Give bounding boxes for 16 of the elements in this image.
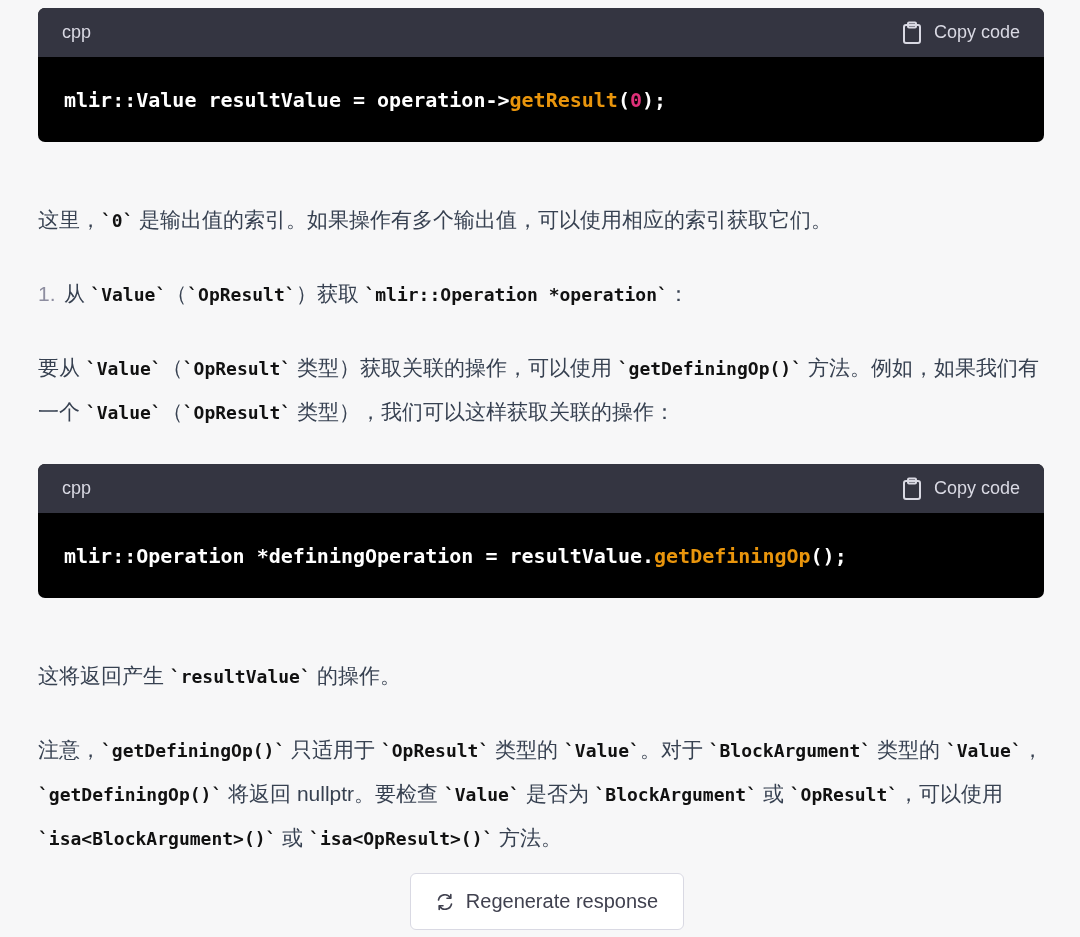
list-item-text: 从 `Value`（`OpResult`）获取 `mlir::Operation *operation`：	[63, 281, 689, 307]
code-line: mlir::Operation *definingOperation = resultValue.getDefiningOp();	[64, 543, 848, 570]
clipboard-icon	[901, 20, 922, 45]
list-number: 1.	[38, 281, 56, 307]
regenerate-response-button[interactable]: Regenerate response	[410, 873, 684, 930]
code-language: cpp	[62, 22, 92, 43]
paragraph: 这将返回产生 `resultValue` 的操作。	[38, 663, 402, 689]
clipboard-icon	[901, 476, 922, 501]
paragraph: 要从 `Value`（`OpResult` 类型）获取关联的操作，可以使用 `getDefiningOp()` 方法。例如，如果我们有一个 `Value`（`OpResult` 类型），我们可以这样获取关联的操作：	[38, 355, 1040, 425]
refresh-icon	[435, 892, 454, 911]
copy-code-button[interactable]: Copy code	[901, 476, 1020, 501]
code-line: mlir::Value resultValue = operation->getResult(0);	[64, 87, 668, 114]
paragraph: 这里，`0` 是输出值的索引。如果操作有多个输出值，可以使用相应的索引获取它们。	[38, 207, 834, 233]
paragraph: 注意，`getDefiningOp()` 只适用于 `OpResult` 类型的 `Value`。对于 `BlockArgument` 类型的 `Value`， `getDefiningOp()` 将返回 nullptr。要检查 `Value` 是否为 `BlockArgument` 或 `OpResult`，可以使用 `isa<BlockArgument>()` 或 `isa<OpResult>()` 方法。	[38, 737, 1044, 851]
copy-code-button[interactable]: Copy code	[901, 20, 1020, 45]
code-language: cpp	[62, 478, 92, 499]
